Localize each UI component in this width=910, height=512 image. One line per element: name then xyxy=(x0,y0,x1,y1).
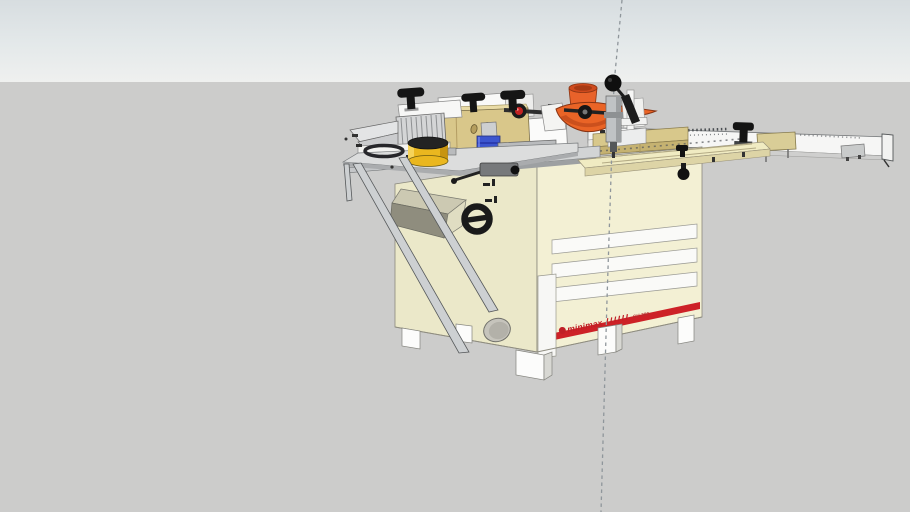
lever-ball-knob xyxy=(604,74,622,92)
rail-end-cap xyxy=(881,133,894,162)
machine-model: minimax CU 300 xyxy=(341,0,894,512)
base-cabinet: minimax CU 300 xyxy=(389,146,703,359)
corner-pillar xyxy=(537,273,557,359)
model-viewport[interactable]: minimax CU 300 xyxy=(0,0,910,512)
